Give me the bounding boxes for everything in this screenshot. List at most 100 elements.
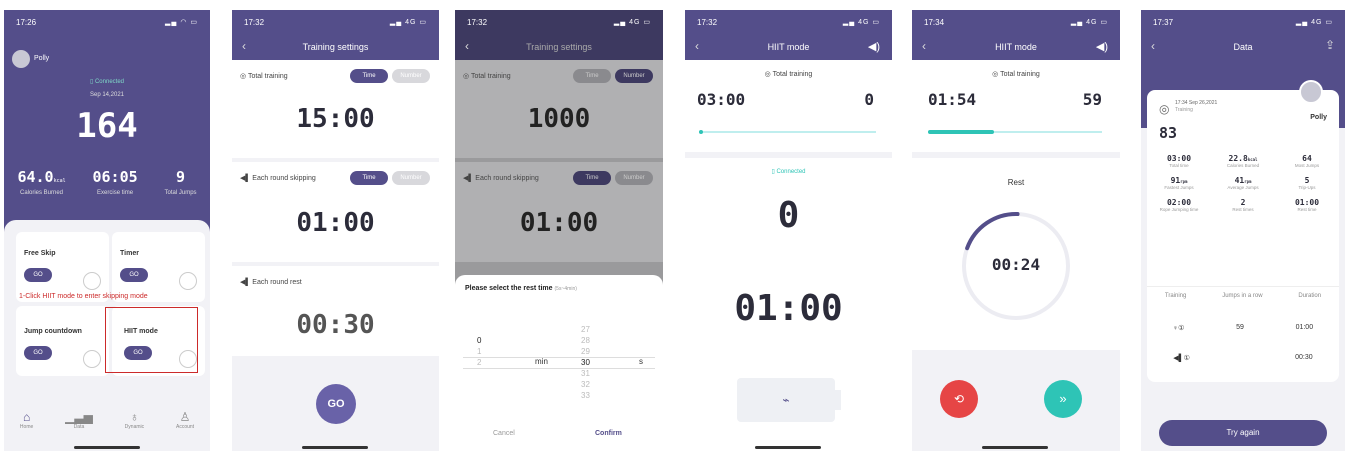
th-jumps: Jumps in a row <box>1222 293 1263 299</box>
nav-home-label: Home <box>19 424 34 430</box>
battery-graphic: ⌁ <box>737 378 835 422</box>
free-skip-title: Free Skip <box>24 250 56 257</box>
screen-home: 17:26 ▂▄ ◠ ▭ Polly ▯ Connected Sep 14,202… <box>4 10 210 451</box>
round-rest-value[interactable]: 00:30 <box>232 310 439 340</box>
th-training: Training <box>1164 293 1187 299</box>
nav-dynamic-label: Dynamic <box>124 424 145 430</box>
minute-column[interactable]: 012 <box>477 335 481 368</box>
timer-icon <box>179 272 197 290</box>
back-icon[interactable]: ‹ <box>695 39 699 53</box>
elapsed-time: 01:54 <box>928 90 977 109</box>
nav-account-label: Account <box>175 424 195 430</box>
sheet-title: Please select the rest time (5s~4min) <box>465 285 577 292</box>
round-time-toggle[interactable]: Time <box>350 171 388 185</box>
status-icons: ▂▄ 4G ▭ <box>1295 19 1333 26</box>
stat-average: 41rpm Average Jumps <box>1227 176 1259 190</box>
round-rest-section: ◀▌ Each round rest 00:30 <box>232 266 439 356</box>
s-label: s <box>639 357 643 366</box>
timer-card[interactable]: Timer GO <box>112 232 205 302</box>
back-icon[interactable]: ‹ <box>465 39 469 53</box>
user-avatar[interactable] <box>1299 80 1323 104</box>
round-skipping-value[interactable]: 01:00 <box>455 208 663 238</box>
calories-label: Calories Burned <box>20 190 64 196</box>
round-skipping-value[interactable]: 01:00 <box>232 208 439 238</box>
fast-forward-icon: » <box>1059 391 1067 406</box>
date-label: Sep 14,2021 <box>89 92 125 98</box>
row-duration: 01:00 <box>1295 324 1314 331</box>
rest-time-sheet: Please select the rest time (5s~4min) 01… <box>455 275 663 451</box>
status-icons: ▂▄ 4G ▭ <box>842 19 880 26</box>
current-jumps: 0 <box>777 195 800 236</box>
number-toggle-button[interactable]: Number <box>392 69 430 83</box>
jump-countdown-card[interactable]: Jump countdown GO <box>16 306 109 376</box>
table-header: Training Jumps in a row Duration <box>1147 286 1339 299</box>
round-number-toggle[interactable]: Number <box>392 171 430 185</box>
restart-button[interactable]: ⟲ <box>940 380 978 418</box>
status-icons: ▂▄ 4G ▭ <box>1070 19 1108 26</box>
timer-go-button[interactable]: GO <box>120 268 148 282</box>
round-skipping-section: ◀▌ Each round skipping Time Number 01:00 <box>455 162 663 262</box>
home-indicator <box>755 446 821 449</box>
status-bar: 17:32 ▂▄ 4G ▭ <box>685 10 892 34</box>
try-again-button[interactable]: Try again <box>1159 420 1327 446</box>
nav-data[interactable]: ▁▃▅ Data <box>65 410 93 446</box>
avatar[interactable] <box>12 50 30 68</box>
back-icon[interactable]: ‹ <box>922 39 926 53</box>
round-skipping-section: ◀▌ Each round skipping Time Number 01:00 <box>232 162 439 262</box>
total-training-value[interactable]: 1000 <box>455 104 663 134</box>
skip-button[interactable]: » <box>1044 380 1082 418</box>
highlight-box <box>105 307 198 373</box>
battery-tip <box>835 390 841 410</box>
total-training-label: ◎ Total training <box>240 73 288 80</box>
screen-hiit-start: 17:32 ▂▄ 4G ▭ ‹ HIIT mode ◀) ◎ Total traini… <box>685 10 892 451</box>
nav-data-label: Data <box>73 424 85 430</box>
status-time: 17:32 <box>244 17 265 27</box>
share-icon[interactable]: ⇪ <box>1325 38 1335 52</box>
stat-most-jumps: 64 Most Jumps <box>1294 154 1320 168</box>
round-number-toggle[interactable]: Number <box>615 171 653 185</box>
home-indicator <box>74 446 140 449</box>
total-training-label: ◎ Total training <box>463 73 511 80</box>
row-duration: 00:30 <box>1295 354 1313 361</box>
confirm-button[interactable]: Confirm <box>595 430 622 437</box>
round-countdown: 01:00 <box>734 288 843 329</box>
th-duration: Duration <box>1298 293 1322 299</box>
user-name: Polly <box>1310 114 1327 121</box>
time-toggle-button[interactable]: Time <box>350 69 388 83</box>
total-training-value[interactable]: 15:00 <box>232 104 439 134</box>
back-icon[interactable]: ‹ <box>1151 39 1155 53</box>
speaker-icon[interactable]: ◀) <box>868 40 880 53</box>
round-rest-label: ◀▌ Each round rest <box>240 279 302 286</box>
header: ‹ Training settings <box>455 34 663 60</box>
calories-value: 64.0 <box>17 168 54 186</box>
time-toggle-button[interactable]: Time <box>573 69 611 83</box>
second-column[interactable]: 27 28 29 30 31 32 33 <box>581 324 590 401</box>
calories-unit: kcal <box>53 178 66 184</box>
connected-status: ▯ Connected <box>90 79 124 85</box>
progress-track <box>699 130 876 134</box>
go-button[interactable]: GO <box>316 384 356 424</box>
table-row: ◀▌① 00:30 <box>1147 354 1339 362</box>
nav-dynamic[interactable]: ♁ Dynamic <box>125 410 144 446</box>
cancel-button[interactable]: Cancel <box>493 430 515 437</box>
jump-countdown-title: Jump countdown <box>24 328 82 335</box>
round-time-toggle[interactable]: Time <box>573 171 611 185</box>
speaker-icon[interactable]: ◀) <box>1096 40 1108 53</box>
header: ‹ HIIT mode ◀) <box>685 34 892 60</box>
number-toggle-button[interactable]: Number <box>615 69 653 83</box>
status-time: 17:26 <box>16 17 37 27</box>
free-skip-card[interactable]: Free Skip GO <box>16 232 109 302</box>
total-training-label: ◎ Total training <box>764 71 813 78</box>
screen-training-settings: 17:32 ▂▄ 4G ▭ ‹ Training settings ◎ Total … <box>232 10 439 451</box>
chart-icon: ▁▃▅ <box>65 410 93 424</box>
bottom-nav: ⌂ Home ▁▃▅ Data ♁ Dynamic ♙ Account <box>4 410 210 446</box>
status-time: 17:32 <box>697 17 718 27</box>
back-icon[interactable]: ‹ <box>242 39 246 53</box>
status-bar: 17:37 ▂▄ 4G ▭ <box>1141 10 1345 34</box>
header: ‹ HIIT mode ◀) <box>912 34 1120 60</box>
jump-countdown-go-button[interactable]: GO <box>24 346 52 360</box>
nav-home[interactable]: ⌂ Home <box>20 410 33 446</box>
nav-account[interactable]: ♙ Account <box>176 410 194 446</box>
status-bar: 17:26 ▂▄ ◠ ▭ <box>4 10 210 34</box>
free-skip-go-button[interactable]: GO <box>24 268 52 282</box>
